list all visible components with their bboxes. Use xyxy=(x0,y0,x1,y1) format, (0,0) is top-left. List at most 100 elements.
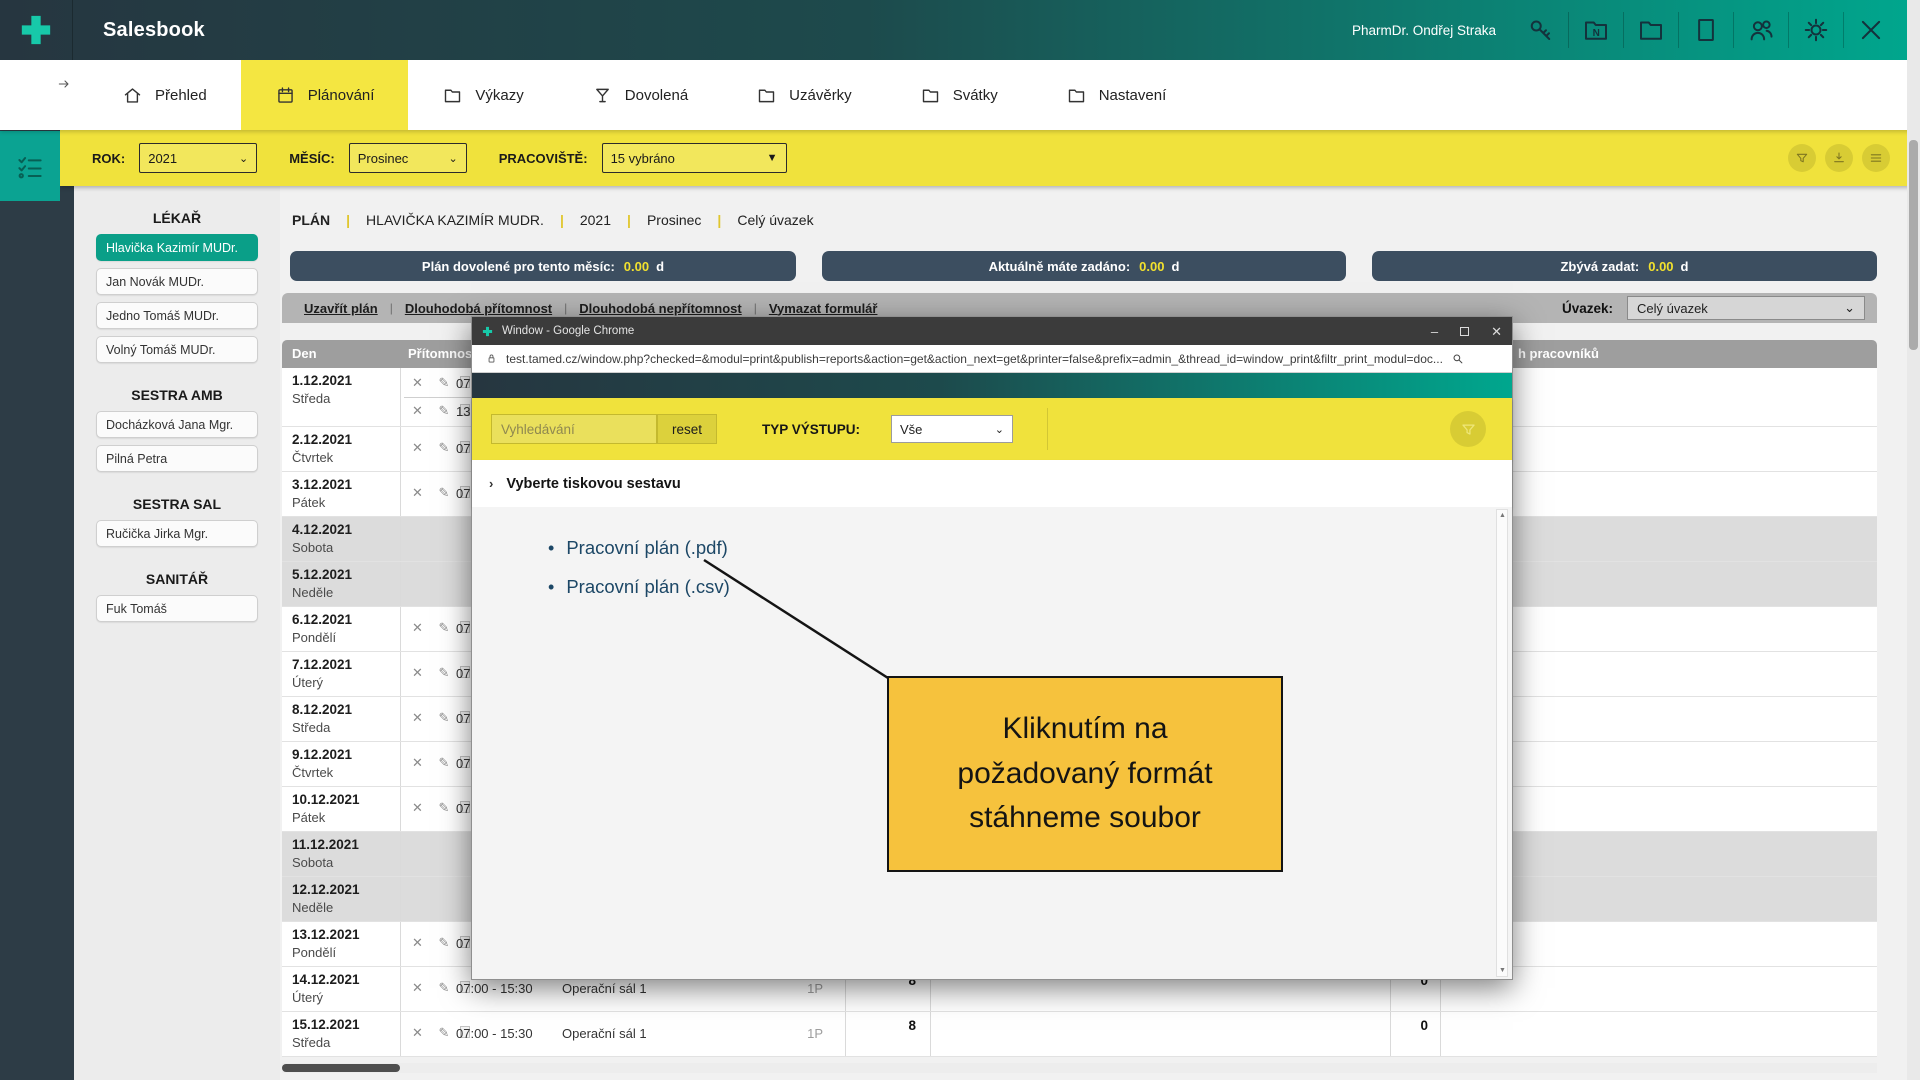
tab-nastavení[interactable]: Nastavení xyxy=(1032,60,1201,130)
entry-place: Operační sál 1 xyxy=(562,1026,647,1041)
close-icon[interactable]: ✕ xyxy=(1491,325,1502,338)
row-weekday: Pondělí xyxy=(292,945,336,960)
breadcrumb-item: Celý úvazek xyxy=(737,212,813,228)
filter-field: MĚSÍC:Prosinec⌄ xyxy=(289,143,467,173)
chevron-down-icon: ⌄ xyxy=(239,152,248,165)
toolbar-link[interactable]: Dlouhodobá přítomnost xyxy=(405,301,552,316)
notes-folder-icon[interactable]: N xyxy=(1581,15,1611,45)
row-date: 12.12.2021 xyxy=(292,882,360,897)
report-link[interactable]: Pracovní plán (.csv) xyxy=(566,576,729,598)
entry-time: 07 xyxy=(456,666,470,681)
folder-icon xyxy=(920,85,941,106)
toolbar-link[interactable]: Vymazat formulář xyxy=(769,301,878,316)
tab-výkazy[interactable]: Výkazy xyxy=(408,60,557,130)
row-weekday: Pondělí xyxy=(292,630,336,645)
pill-unit: d xyxy=(656,259,664,274)
uvazek-label: Úvazek: xyxy=(1562,301,1613,316)
icon-divider xyxy=(1678,12,1679,48)
magnifier-icon[interactable] xyxy=(1450,351,1465,366)
search-input[interactable] xyxy=(491,414,657,444)
popup-teal-bar xyxy=(472,373,1512,398)
filter-funnel-icon[interactable] xyxy=(1450,411,1486,447)
close-icon[interactable] xyxy=(1856,15,1886,45)
pill-label: Plán dovolené pro tento měsíc: xyxy=(422,259,615,274)
entry-time: 07 xyxy=(456,711,470,726)
popup-url-bar[interactable]: test.tamed.cz/window.php?checked=&modul=… xyxy=(472,345,1512,373)
staff-item[interactable]: Fuk Tomáš xyxy=(96,595,258,622)
menu-icon[interactable] xyxy=(1862,144,1890,172)
breadcrumb-item: HLAVIČKA KAZIMÍR MUDR. xyxy=(366,212,544,228)
breadcrumb-item: Prosinec xyxy=(647,212,701,228)
row-date: 14.12.2021 xyxy=(292,972,360,987)
row-weekday: Středa xyxy=(292,391,330,406)
minimize-icon[interactable]: – xyxy=(1431,325,1438,338)
panel-scrollbar[interactable]: ▲ ▼ xyxy=(1496,509,1508,977)
maximize-icon[interactable] xyxy=(1460,327,1469,336)
filter-select[interactable]: Prosinec⌄ xyxy=(349,143,467,173)
filter-select[interactable]: 2021⌄ xyxy=(139,143,257,173)
staff-item[interactable]: Jan Novák MUDr. xyxy=(96,268,258,295)
left-rail xyxy=(0,130,74,1080)
entry-hours: 8 xyxy=(845,1018,930,1033)
filter-field: PRACOVIŠTĚ:15 vybráno▼ xyxy=(499,143,787,173)
scroll-down-icon[interactable]: ▼ xyxy=(1498,967,1507,974)
tab-dovolená[interactable]: Dovolená xyxy=(558,60,722,130)
tab-přehled[interactable]: Přehled xyxy=(88,60,241,130)
lock-icon xyxy=(485,352,498,365)
report-link[interactable]: Pracovní plán (.pdf) xyxy=(566,537,727,559)
arrow-right-icon[interactable] xyxy=(56,76,72,92)
pill-label: Aktuálně máte zadáno: xyxy=(989,259,1131,274)
folder-icon[interactable] xyxy=(1636,15,1666,45)
tab-svátky[interactable]: Svátky xyxy=(886,60,1032,130)
icon-divider xyxy=(1733,12,1734,48)
users-icon[interactable] xyxy=(1746,15,1776,45)
entry-time: 07 xyxy=(456,441,470,456)
row-weekday: Pátek xyxy=(292,810,325,825)
staff-item[interactable]: Volný Tomáš MUDr. xyxy=(96,336,258,363)
pill-value: 0.00 xyxy=(1648,259,1673,274)
checklist-icon[interactable] xyxy=(0,131,60,201)
toolbar-link[interactable]: Uzavřít plán xyxy=(304,301,378,316)
entry-time: 07 xyxy=(456,621,470,636)
entry-time: 07 xyxy=(456,756,470,771)
vertical-scrollbar[interactable] xyxy=(1907,0,1920,1080)
popup-filter-bar: reset TYP VÝSTUPU: Vše ⌄ xyxy=(472,398,1512,460)
popup-titlebar[interactable]: Window - Google Chrome – ✕ xyxy=(472,317,1512,345)
output-type-select[interactable]: Vše ⌄ xyxy=(891,415,1013,443)
tab-uzávěrky[interactable]: Uzávěrky xyxy=(722,60,886,130)
tab-plánování[interactable]: Plánování xyxy=(241,60,409,130)
download-icon[interactable] xyxy=(1825,144,1853,172)
chevron-down-icon: ⌄ xyxy=(1844,300,1855,316)
staff-sidebar: LÉKAŘHlavička Kazimír MUDr.Jan Novák MUD… xyxy=(74,186,280,1080)
filter-funnel-icon[interactable] xyxy=(1788,144,1816,172)
row-date: 3.12.2021 xyxy=(292,477,352,492)
staff-group-title: SESTRA SAL xyxy=(74,496,280,512)
gear-icon[interactable] xyxy=(1801,15,1831,45)
staff-item[interactable]: Ručička Jirka Mgr. xyxy=(96,520,258,547)
staff-item[interactable]: Pilná Petra xyxy=(96,445,258,472)
row-weekday: Sobota xyxy=(292,855,333,870)
col-header-den: Den xyxy=(292,346,317,361)
horizontal-scrollbar[interactable] xyxy=(282,1063,1877,1073)
document-icon[interactable] xyxy=(1691,15,1721,45)
row-date: 9.12.2021 xyxy=(292,747,352,762)
pill-zbyva-zadat: Zbývá zadat: 0.00 d xyxy=(1372,251,1877,281)
staff-item[interactable]: Jedno Tomáš MUDr. xyxy=(96,302,258,329)
pill-value: 0.00 xyxy=(1139,259,1164,274)
breadcrumb: PLÁN|HLAVIČKA KAZIMÍR MUDR.|2021|Prosine… xyxy=(292,212,814,228)
vertical-scrollbar-thumb[interactable] xyxy=(1909,140,1918,350)
app-title: Salesbook xyxy=(103,19,205,42)
section-title: Vyberte tiskovou sestavu xyxy=(506,476,680,492)
scroll-up-icon[interactable]: ▲ xyxy=(1498,512,1507,519)
staff-item[interactable]: Hlavička Kazimír MUDr. xyxy=(96,234,258,261)
filter-select[interactable]: 15 vybráno▼ xyxy=(602,143,787,173)
toolbar-link[interactable]: Dlouhodobá nepřítomnost xyxy=(579,301,741,316)
staff-item[interactable]: Docházková Jana Mgr. xyxy=(96,411,258,438)
entry-time: 07 xyxy=(456,376,470,391)
section-vyberte-sestavu[interactable]: › Vyberte tiskovou sestavu xyxy=(472,460,1512,507)
horizontal-scrollbar-thumb[interactable] xyxy=(282,1064,400,1072)
key-icon[interactable] xyxy=(1526,15,1556,45)
row-weekday: Čtvrtek xyxy=(292,450,333,465)
uvazek-select[interactable]: Celý úvazek ⌄ xyxy=(1627,296,1865,320)
reset-button[interactable]: reset xyxy=(657,414,717,444)
